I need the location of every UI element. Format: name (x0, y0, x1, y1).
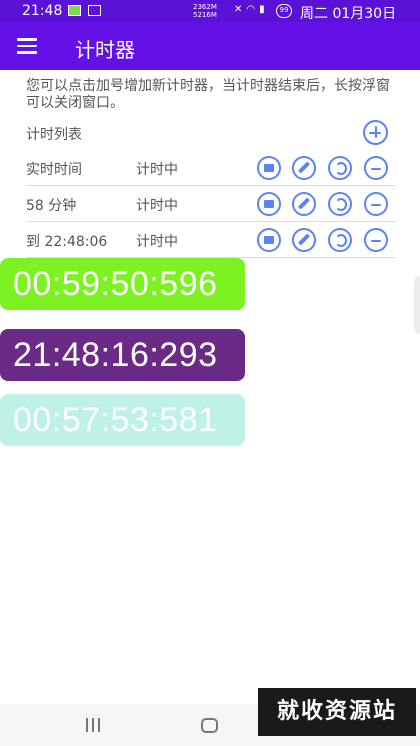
wifi-icon: ◠ (246, 4, 260, 15)
sim-icon (68, 5, 81, 16)
menu-icon[interactable] (17, 37, 39, 55)
home-icon[interactable] (201, 718, 218, 733)
timer-list-header: 计时列表 (26, 127, 82, 143)
stop-icon[interactable] (257, 156, 281, 180)
floating-timer-target[interactable]: 00:57:53:581 (0, 394, 245, 446)
mute-icon: ✕ (234, 4, 247, 15)
timer-name: 到 22:48:06 (26, 234, 108, 250)
status-date: 周二 01月30日 (300, 6, 397, 22)
reset-icon[interactable] (328, 192, 352, 216)
status-time: 21:48 (22, 3, 63, 19)
network-speed-down: 5216M (193, 11, 217, 19)
timer-state: 计时中 (136, 198, 178, 214)
app-title: 计时器 (75, 38, 135, 62)
stop-icon[interactable] (257, 228, 281, 252)
timer-state: 计时中 (136, 234, 178, 250)
floating-timer-clock[interactable]: 21:48:16:293 (0, 329, 245, 381)
remove-icon[interactable] (364, 228, 388, 252)
remove-icon[interactable] (364, 156, 388, 180)
network-speed-up: 2362M (193, 3, 217, 11)
stop-icon[interactable] (257, 192, 281, 216)
network-speed: 2362M 5216M (193, 3, 217, 19)
timer-row: 到 22:48:06 计时中 (26, 222, 396, 258)
remove-icon[interactable] (364, 192, 388, 216)
status-icons: ✕◠▮ (234, 4, 269, 15)
recents-icon[interactable] (86, 718, 102, 732)
image-notification-icon (88, 5, 101, 16)
battery-icon: 99 (276, 4, 292, 18)
app-bar: 计时器 (0, 22, 420, 70)
hint-text: 您可以点击加号增加新计时器，当计时器结束后，长按浮窗可以关闭窗口。 (26, 78, 390, 111)
side-drawer-handle[interactable] (414, 276, 420, 334)
timer-name: 58 分钟 (26, 198, 77, 214)
timer-state: 计时中 (136, 162, 178, 178)
floating-timer-countdown[interactable]: 00:59:50:596 (0, 258, 245, 310)
status-bar: 21:48 2362M 5216M ✕◠▮ 99 周二 01月30日 (0, 0, 420, 22)
signal-icon: ▮ (259, 4, 269, 15)
timer-row: 实时时间 计时中 (26, 150, 396, 186)
watermark: 就收资源站 (258, 688, 416, 736)
edit-icon[interactable] (292, 192, 316, 216)
reset-icon[interactable] (328, 228, 352, 252)
reset-icon[interactable] (328, 156, 352, 180)
timer-row: 58 分钟 计时中 (26, 186, 396, 222)
add-timer-button[interactable] (363, 120, 388, 145)
edit-icon[interactable] (292, 156, 316, 180)
timer-name: 实时时间 (26, 162, 82, 178)
edit-icon[interactable] (292, 228, 316, 252)
